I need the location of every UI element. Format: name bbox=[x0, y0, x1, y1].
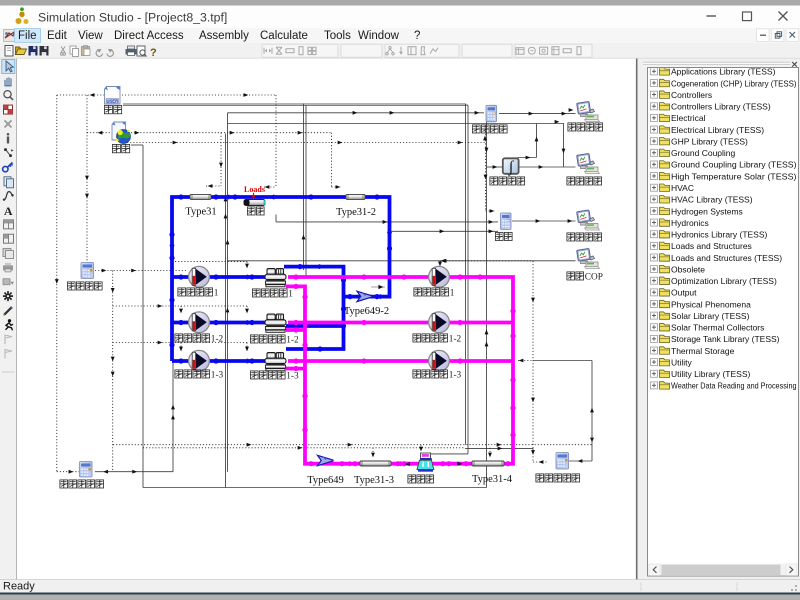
svg-text:Tools: Tools bbox=[324, 30, 351, 42]
svg-text:Window: Window bbox=[358, 30, 400, 42]
svg-text:Obsolete: Obsolete bbox=[671, 264, 705, 274]
svg-text:File: File bbox=[18, 30, 37, 42]
svg-text:Optimization Library (TESS): Optimization Library (TESS) bbox=[671, 276, 777, 286]
svg-text:Type31: Type31 bbox=[185, 207, 216, 218]
svg-text:1-3: 1-3 bbox=[286, 371, 299, 381]
svg-text:1: 1 bbox=[214, 288, 219, 298]
svg-text:Utility: Utility bbox=[671, 357, 693, 367]
svg-text:Solar Thermal Collectors: Solar Thermal Collectors bbox=[671, 323, 764, 333]
svg-text:Electrical: Electrical bbox=[671, 113, 706, 123]
svg-text:?: ? bbox=[414, 30, 420, 42]
svg-text:HVAC Library (TESS): HVAC Library (TESS) bbox=[671, 195, 753, 205]
svg-text:A: A bbox=[4, 204, 13, 218]
svg-text:Utility Library (TESS): Utility Library (TESS) bbox=[671, 369, 751, 379]
svg-text:Ready: Ready bbox=[3, 581, 35, 593]
svg-text:Cogeneration (CHP) Library (TE: Cogeneration (CHP) Library (TESS) bbox=[671, 78, 797, 88]
svg-text:Electrical Library (TESS): Electrical Library (TESS) bbox=[671, 125, 764, 135]
svg-text:Hydrogen Systems: Hydrogen Systems bbox=[671, 206, 743, 216]
svg-text:Ground Coupling: Ground Coupling bbox=[671, 148, 736, 158]
svg-text:Loads and Structures (TESS): Loads and Structures (TESS) bbox=[671, 253, 782, 263]
svg-text:Edit: Edit bbox=[47, 30, 68, 42]
svg-text:Hydronics: Hydronics bbox=[671, 218, 709, 228]
svg-text:Output: Output bbox=[671, 288, 697, 298]
svg-text:1-2: 1-2 bbox=[211, 334, 224, 344]
svg-text:Simulation Studio - [Project8_: Simulation Studio - [Project8_3.tpf] bbox=[38, 11, 227, 25]
svg-text:Ground Coupling Library (TESS): Ground Coupling Library (TESS) bbox=[671, 160, 797, 170]
svg-text:Loads: Loads bbox=[244, 185, 265, 194]
svg-text:Solar Library (TESS): Solar Library (TESS) bbox=[671, 311, 750, 321]
svg-text:GHP Library (TESS): GHP Library (TESS) bbox=[671, 137, 748, 147]
svg-text:High Temperature Solar (TESS): High Temperature Solar (TESS) bbox=[671, 171, 797, 181]
svg-text:Type649: Type649 bbox=[307, 475, 344, 486]
svg-text:Type31-4: Type31-4 bbox=[472, 474, 513, 485]
svg-text:USER: USER bbox=[106, 98, 118, 103]
svg-text:Storage Tank Library (TESS): Storage Tank Library (TESS) bbox=[671, 334, 780, 344]
svg-text:Controllers: Controllers bbox=[671, 90, 712, 100]
svg-text:Applications Library (TESS): Applications Library (TESS) bbox=[671, 67, 776, 77]
svg-text:Thermal Storage: Thermal Storage bbox=[671, 346, 735, 356]
svg-text:1-2: 1-2 bbox=[449, 334, 462, 344]
svg-text:1: 1 bbox=[288, 289, 293, 299]
svg-text:Type31-3: Type31-3 bbox=[354, 475, 394, 486]
svg-text:View: View bbox=[78, 30, 103, 42]
svg-text:HVAC: HVAC bbox=[671, 183, 694, 193]
svg-text:COP: COP bbox=[585, 272, 603, 282]
svg-text:1: 1 bbox=[450, 288, 455, 298]
svg-text:Controllers Library (TESS): Controllers Library (TESS) bbox=[671, 102, 771, 112]
svg-text:1-2: 1-2 bbox=[286, 335, 299, 345]
svg-text:1-3: 1-3 bbox=[449, 370, 462, 380]
svg-text:Weather Data Reading and Proce: Weather Data Reading and Processing bbox=[671, 381, 797, 391]
svg-text:Direct Access: Direct Access bbox=[114, 30, 184, 42]
svg-text:Loads and Structures: Loads and Structures bbox=[671, 241, 752, 251]
svg-text:?: ? bbox=[150, 47, 157, 59]
svg-text:Physical Phenomena: Physical Phenomena bbox=[671, 299, 751, 309]
svg-text:Assembly: Assembly bbox=[199, 30, 249, 42]
svg-text:1-3: 1-3 bbox=[211, 370, 224, 380]
svg-text:Type31-2: Type31-2 bbox=[336, 207, 376, 218]
svg-text:Hydronics Library (TESS): Hydronics Library (TESS) bbox=[671, 230, 768, 240]
svg-text:Type649-2: Type649-2 bbox=[344, 306, 389, 317]
svg-text:Calculate: Calculate bbox=[260, 30, 308, 42]
